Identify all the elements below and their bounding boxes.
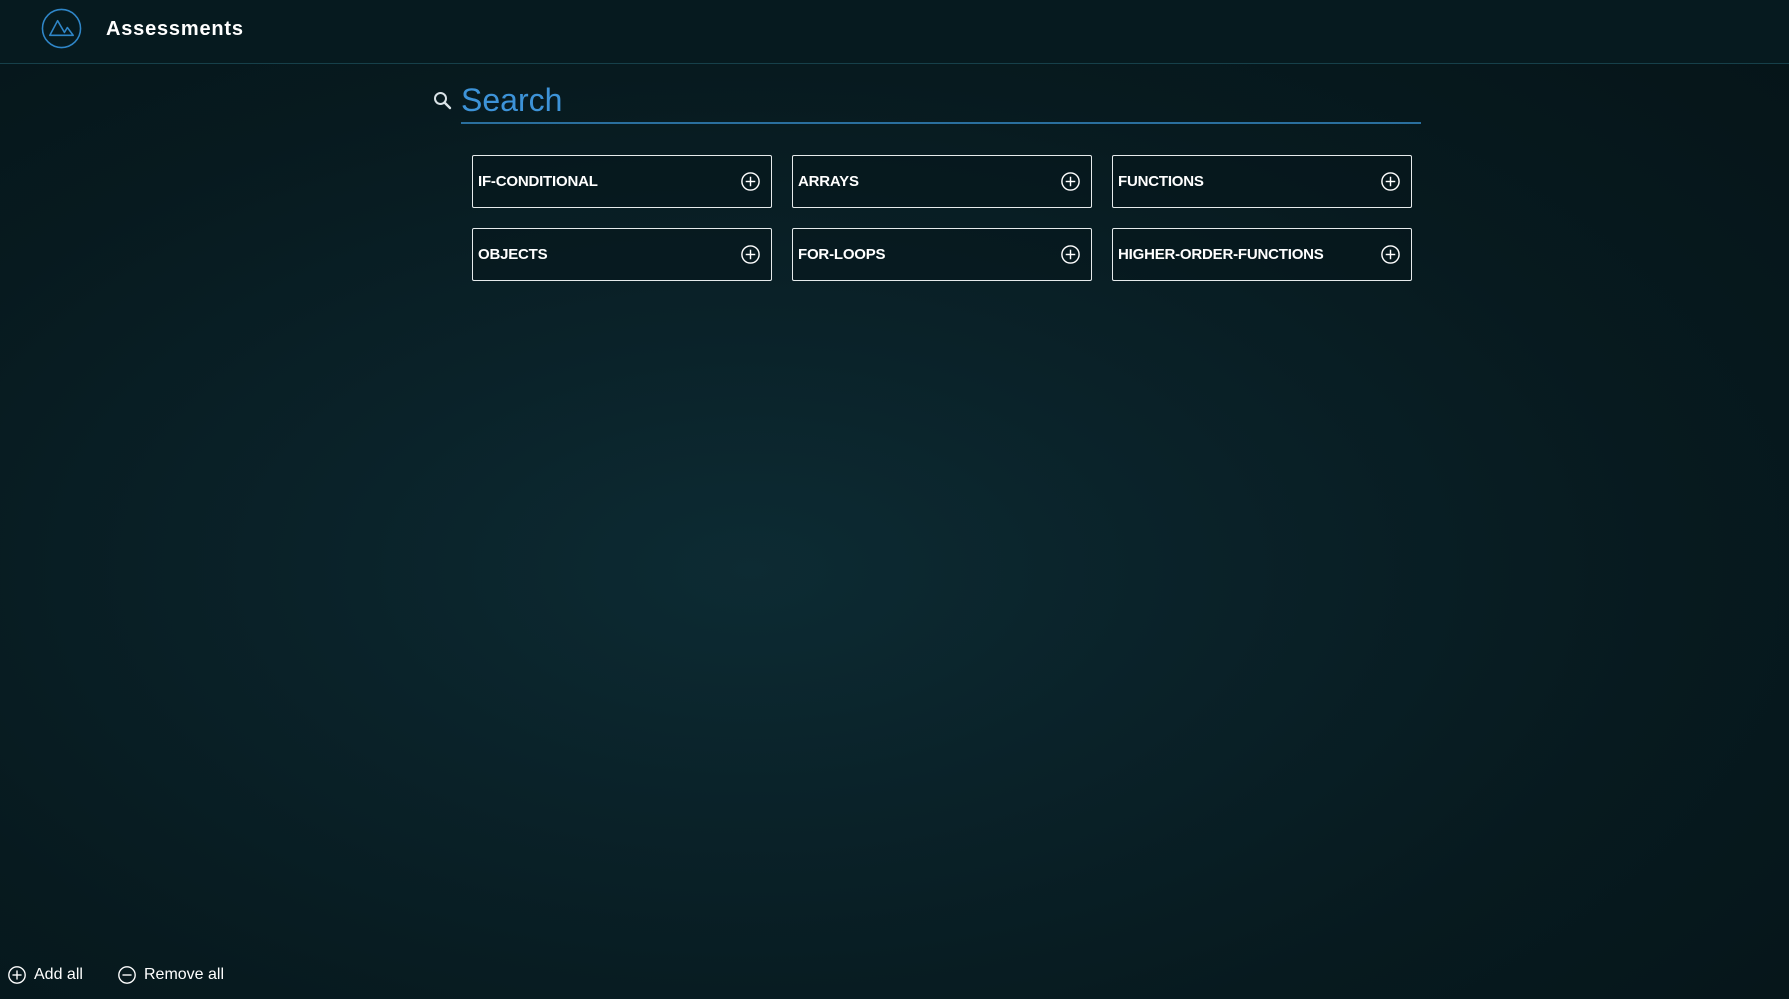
plus-circle-icon[interactable] [1380, 171, 1401, 192]
plus-circle-icon [8, 966, 26, 984]
search-input[interactable] [461, 78, 1421, 124]
remove-all-button[interactable]: Remove all [117, 964, 224, 986]
topic-label: IF-CONDITIONAL [478, 173, 598, 190]
topic-label: FUNCTIONS [1118, 173, 1204, 190]
topic-card-for-loops[interactable]: FOR-LOOPS [792, 228, 1092, 281]
plus-circle-icon[interactable] [740, 171, 761, 192]
top-bar: Assessments [0, 0, 1789, 64]
search-icon [434, 92, 452, 110]
plus-circle-icon[interactable] [1060, 171, 1081, 192]
plus-circle-icon[interactable] [1380, 244, 1401, 265]
plus-circle-icon[interactable] [1060, 244, 1081, 265]
add-all-button[interactable]: Add all [7, 964, 83, 986]
page-title: Assessments [106, 18, 244, 40]
remove-all-label: Remove all [144, 966, 225, 983]
topic-label: HIGHER-ORDER-FUNCTIONS [1118, 246, 1324, 263]
add-all-label: Add all [34, 966, 83, 983]
minus-circle-icon [118, 966, 136, 984]
topic-card-if-conditional[interactable]: IF-CONDITIONAL [472, 155, 772, 208]
mountain-logo-icon[interactable] [41, 8, 82, 49]
topic-label: OBJECTS [478, 246, 548, 263]
topic-card-higher-order-functions[interactable]: HIGHER-ORDER-FUNCTIONS [1112, 228, 1412, 281]
topic-label: ARRAYS [798, 173, 859, 190]
topic-card-arrays[interactable]: ARRAYS [792, 155, 1092, 208]
plus-circle-icon[interactable] [740, 244, 761, 265]
topic-card-objects[interactable]: OBJECTS [472, 228, 772, 281]
topic-label: FOR-LOOPS [798, 246, 886, 263]
topic-card-functions[interactable]: FUNCTIONS [1112, 155, 1412, 208]
search-bar [432, 78, 1421, 126]
